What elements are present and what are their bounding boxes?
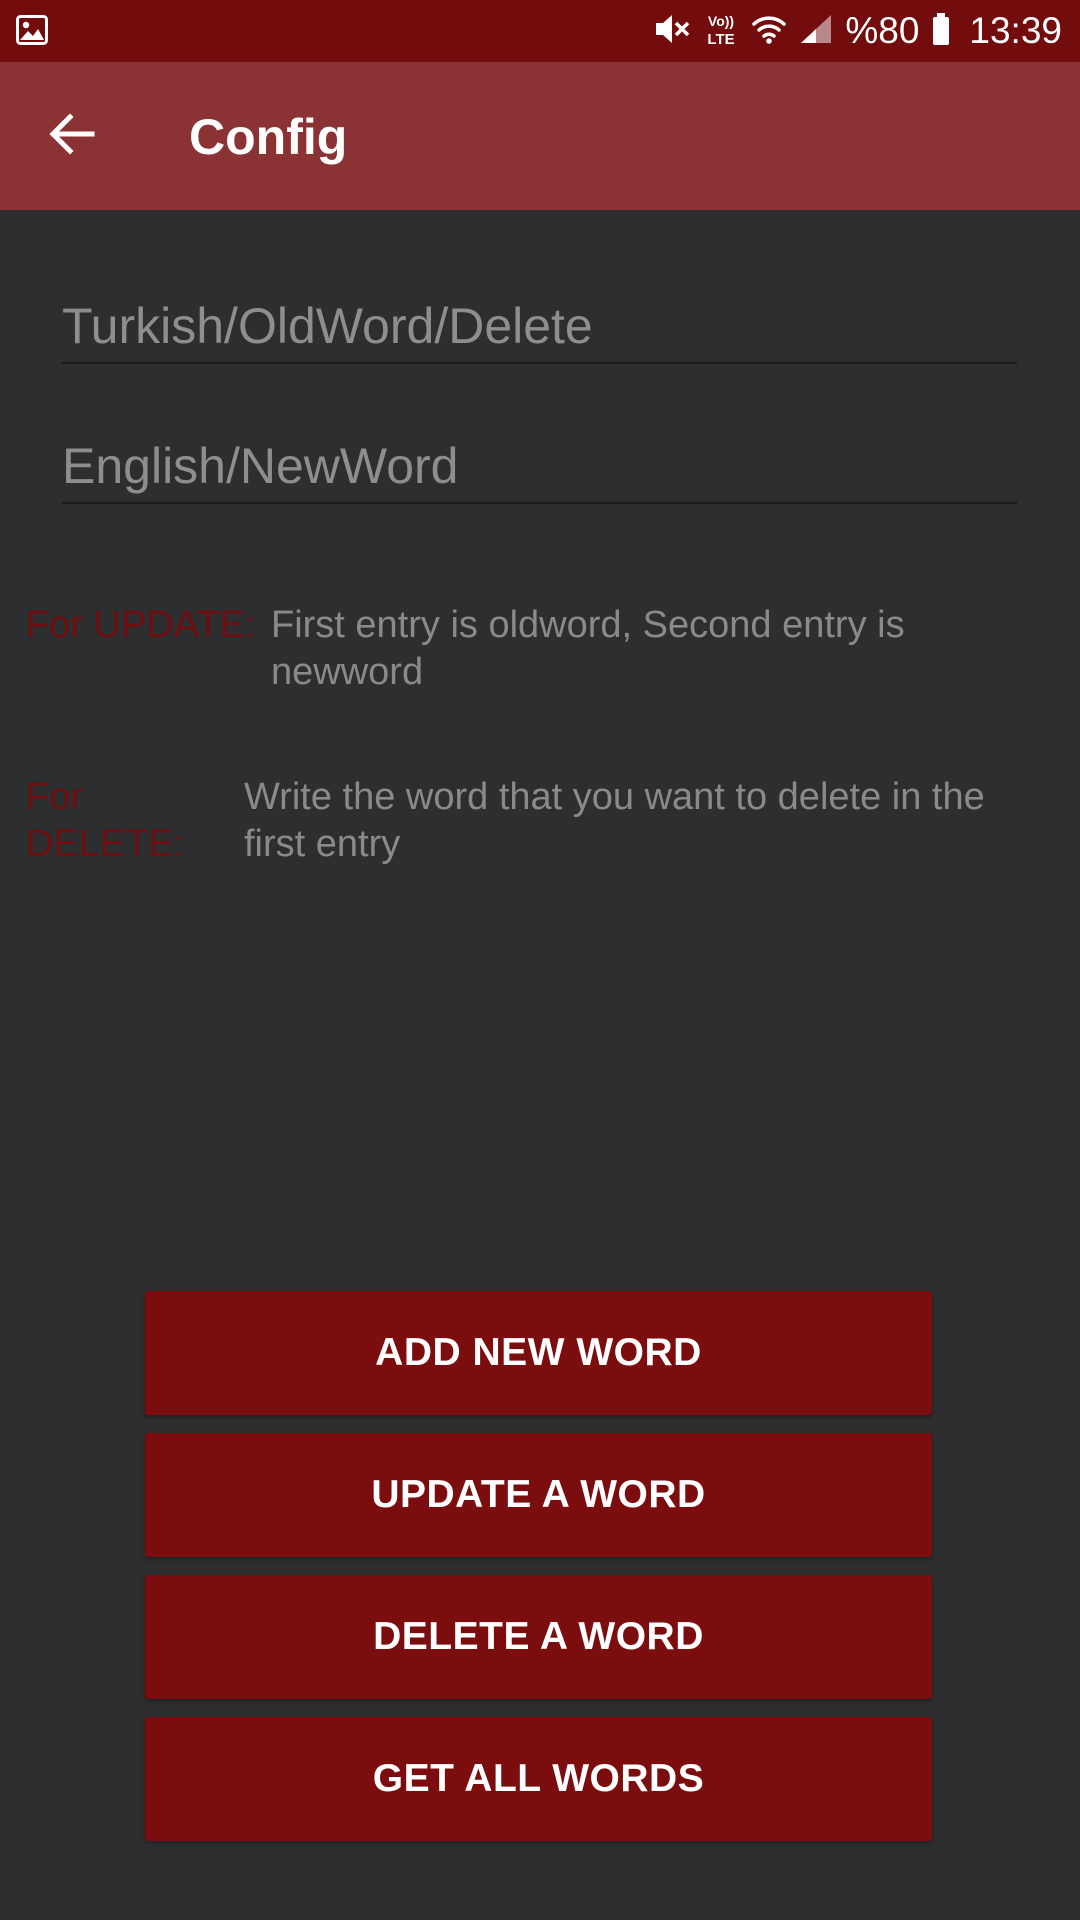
back-button[interactable] bbox=[38, 102, 106, 170]
status-icons: Vo)) LTE %80 13:39 bbox=[653, 0, 1062, 62]
volte-icon: Vo)) LTE bbox=[703, 10, 739, 53]
delete-note-text: Write the word that you want to delete i… bbox=[244, 776, 985, 865]
get-all-words-button[interactable]: GET ALL WORDS bbox=[145, 1717, 932, 1841]
svg-text:Vo)): Vo)) bbox=[708, 13, 734, 29]
update-note-label: For UPDATE: bbox=[26, 604, 256, 646]
add-new-word-button[interactable]: ADD NEW WORD bbox=[145, 1291, 932, 1415]
battery-icon bbox=[931, 12, 951, 51]
wifi-icon bbox=[751, 12, 787, 51]
app-bar: Config bbox=[0, 62, 1080, 210]
signal-icon bbox=[799, 13, 833, 50]
update-word-button[interactable]: UPDATE A WORD bbox=[145, 1433, 932, 1557]
delete-word-button[interactable]: DELETE A WORD bbox=[145, 1575, 932, 1699]
gallery-icon bbox=[16, 15, 48, 50]
second-entry-input[interactable] bbox=[62, 434, 1017, 504]
page-title: Config bbox=[189, 109, 348, 165]
first-entry-input[interactable] bbox=[62, 294, 1017, 364]
arrow-left-icon bbox=[48, 112, 96, 161]
svg-text:LTE: LTE bbox=[708, 31, 735, 48]
update-note-text: First entry is oldword, Second entry is … bbox=[271, 604, 905, 693]
status-bar: Vo)) LTE %80 13:39 bbox=[0, 0, 1080, 62]
delete-note-label: For DELETE: bbox=[26, 776, 185, 865]
mute-icon bbox=[653, 11, 691, 52]
battery-percent: %80 bbox=[845, 10, 920, 51]
clock: 13:39 bbox=[969, 10, 1062, 51]
